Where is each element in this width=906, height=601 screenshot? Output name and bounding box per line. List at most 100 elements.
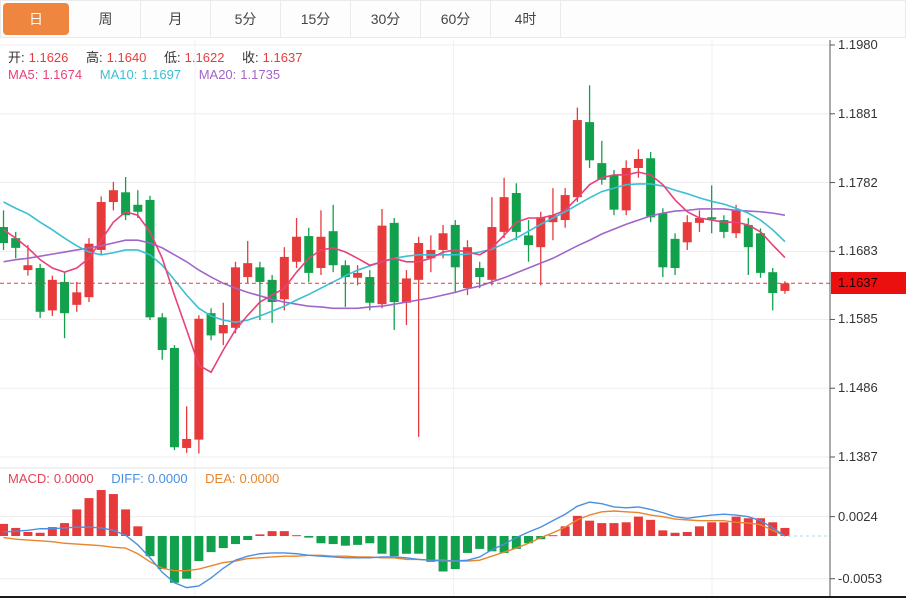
tab-4hour[interactable]: 4时: [491, 1, 561, 37]
candle: [146, 200, 155, 317]
macd-bar: [219, 536, 228, 548]
macd-bar: [439, 536, 448, 571]
price-axis-label: 1.1782: [838, 175, 878, 190]
bottom-border: [0, 596, 906, 598]
candle: [280, 257, 289, 299]
macd-bar: [585, 521, 594, 536]
macd-bar: [414, 536, 423, 554]
ma5-value: 1.1674: [42, 67, 82, 82]
macd-bar: [36, 533, 45, 536]
candle: [658, 213, 667, 267]
candle: [231, 267, 240, 327]
tab-5min[interactable]: 5分: [211, 1, 281, 37]
tab-60min[interactable]: 60分: [421, 1, 491, 37]
price-axis-label: 1.1387: [838, 449, 878, 464]
diff-value: 0.0000: [148, 471, 188, 486]
candle: [133, 205, 142, 212]
macd-bar: [646, 520, 655, 536]
macd-bar: [341, 536, 350, 546]
macd-bar: [683, 532, 692, 536]
candle: [756, 233, 765, 273]
macd-bar: [353, 536, 362, 545]
macd-bar: [671, 533, 680, 536]
macd-bar: [658, 530, 667, 536]
candle: [475, 268, 484, 277]
macd-bar: [194, 536, 203, 561]
macd-legend: MACD:0.0000 DIFF:0.0000 DEA:0.0000: [8, 471, 283, 486]
macd-bar: [426, 536, 435, 562]
macd-bar: [60, 523, 69, 536]
close-value: 1.1637: [263, 50, 303, 65]
candle: [378, 226, 387, 305]
macd-label: MACD:: [8, 471, 50, 486]
candle: [353, 273, 362, 278]
tab-week[interactable]: 周: [71, 1, 141, 37]
macd-bar: [255, 534, 264, 536]
candle: [683, 222, 692, 242]
candle: [524, 235, 533, 245]
tab-15min[interactable]: 15分: [281, 1, 351, 37]
macd-bar: [72, 509, 81, 536]
open-value: 1.1626: [29, 50, 69, 65]
candle: [97, 202, 106, 250]
macd-bar: [146, 536, 155, 556]
tab-month[interactable]: 月: [141, 1, 211, 37]
macd-bar: [121, 509, 130, 536]
macd-bar: [304, 536, 313, 538]
candle: [292, 237, 301, 262]
candle: [243, 263, 252, 277]
macd-bar: [0, 524, 8, 536]
ma5-label: MA5:: [8, 67, 38, 82]
candle: [390, 223, 399, 302]
candle: [365, 277, 374, 303]
candle: [48, 280, 57, 311]
macd-bar: [329, 536, 338, 544]
low-label: 低:: [164, 50, 181, 65]
candle: [182, 439, 191, 448]
price-axis-label: 1.1980: [838, 37, 878, 52]
candle: [439, 233, 448, 250]
chart-window: 日 周 月 5分 15分 30分 60分 4时 开: 1.1626 高: 1.164…: [0, 0, 906, 601]
macd-bar: [170, 536, 179, 583]
macd-bar: [133, 526, 142, 536]
macd-bar: [231, 536, 240, 544]
tab-30min[interactable]: 30分: [351, 1, 421, 37]
ma10-value: 1.1697: [141, 67, 181, 82]
period-tabbar: 日 周 月 5分 15分 30分 60分 4时: [0, 0, 906, 38]
close-label: 收:: [242, 50, 259, 65]
candle: [500, 197, 509, 232]
macd-bar: [597, 523, 606, 536]
ma-legend: MA5:1.1674 MA10:1.1697 MA20:1.1735: [8, 67, 284, 82]
macd-bar: [475, 536, 484, 549]
candle: [768, 272, 777, 293]
diff-label: DIFF:: [111, 471, 144, 486]
candle: [158, 317, 167, 350]
ma20-label: MA20:: [199, 67, 237, 82]
price-axis-label: 1.1486: [838, 380, 878, 395]
chart-canvas[interactable]: [0, 0, 906, 601]
macd-bar: [610, 523, 619, 536]
macd-bar: [622, 522, 631, 536]
macd-bar: [207, 536, 216, 552]
macd-bar: [634, 517, 643, 536]
high-label: 高:: [86, 50, 103, 65]
candle: [72, 292, 81, 305]
dea-label: DEA:: [205, 471, 235, 486]
candle: [109, 190, 118, 202]
tab-day[interactable]: 日: [3, 3, 69, 35]
macd-bar: [463, 536, 472, 553]
candle: [573, 120, 582, 197]
macd-bar: [243, 536, 252, 540]
macd-bar: [695, 526, 704, 536]
high-value: 1.1640: [107, 50, 147, 65]
last-price-badge: 1.1637: [831, 272, 906, 294]
open-label: 开:: [8, 50, 25, 65]
macd-bar: [280, 531, 289, 536]
macd-bar: [292, 535, 301, 536]
candle: [194, 319, 203, 440]
price-axis-label: 1.1881: [838, 106, 878, 121]
ohlc-legend: 开:1.1626 高:1.1640 低:1.1622 收:1.1637: [8, 47, 306, 66]
candle: [11, 238, 20, 248]
macd-bar: [84, 498, 93, 536]
price-axis-label: 1.1585: [838, 311, 878, 326]
